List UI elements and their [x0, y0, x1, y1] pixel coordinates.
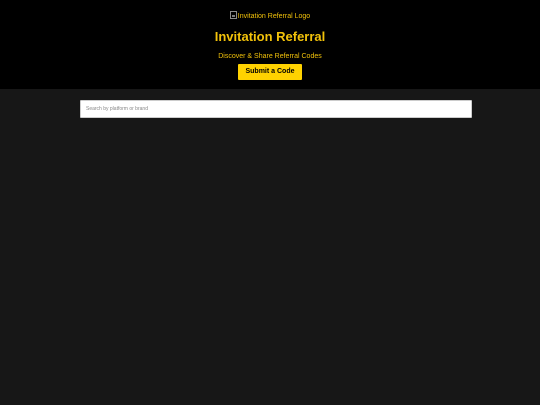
logo-alt-text: Invitation Referral Logo [237, 13, 311, 20]
site-title: Invitation Referral [214, 29, 326, 44]
referral-list [0, 120, 540, 405]
logo: Invitation Referral Logo [0, 11, 540, 22]
search-bar [80, 97, 472, 118]
site-tagline: Discover & Share Referral Codes [218, 53, 322, 60]
submit-code-button[interactable]: Submit a Code [238, 64, 302, 80]
broken-image-icon [229, 11, 237, 19]
site-header: Invitation Referral Logo Invitation Refe… [0, 0, 540, 89]
search-input[interactable] [80, 100, 472, 118]
